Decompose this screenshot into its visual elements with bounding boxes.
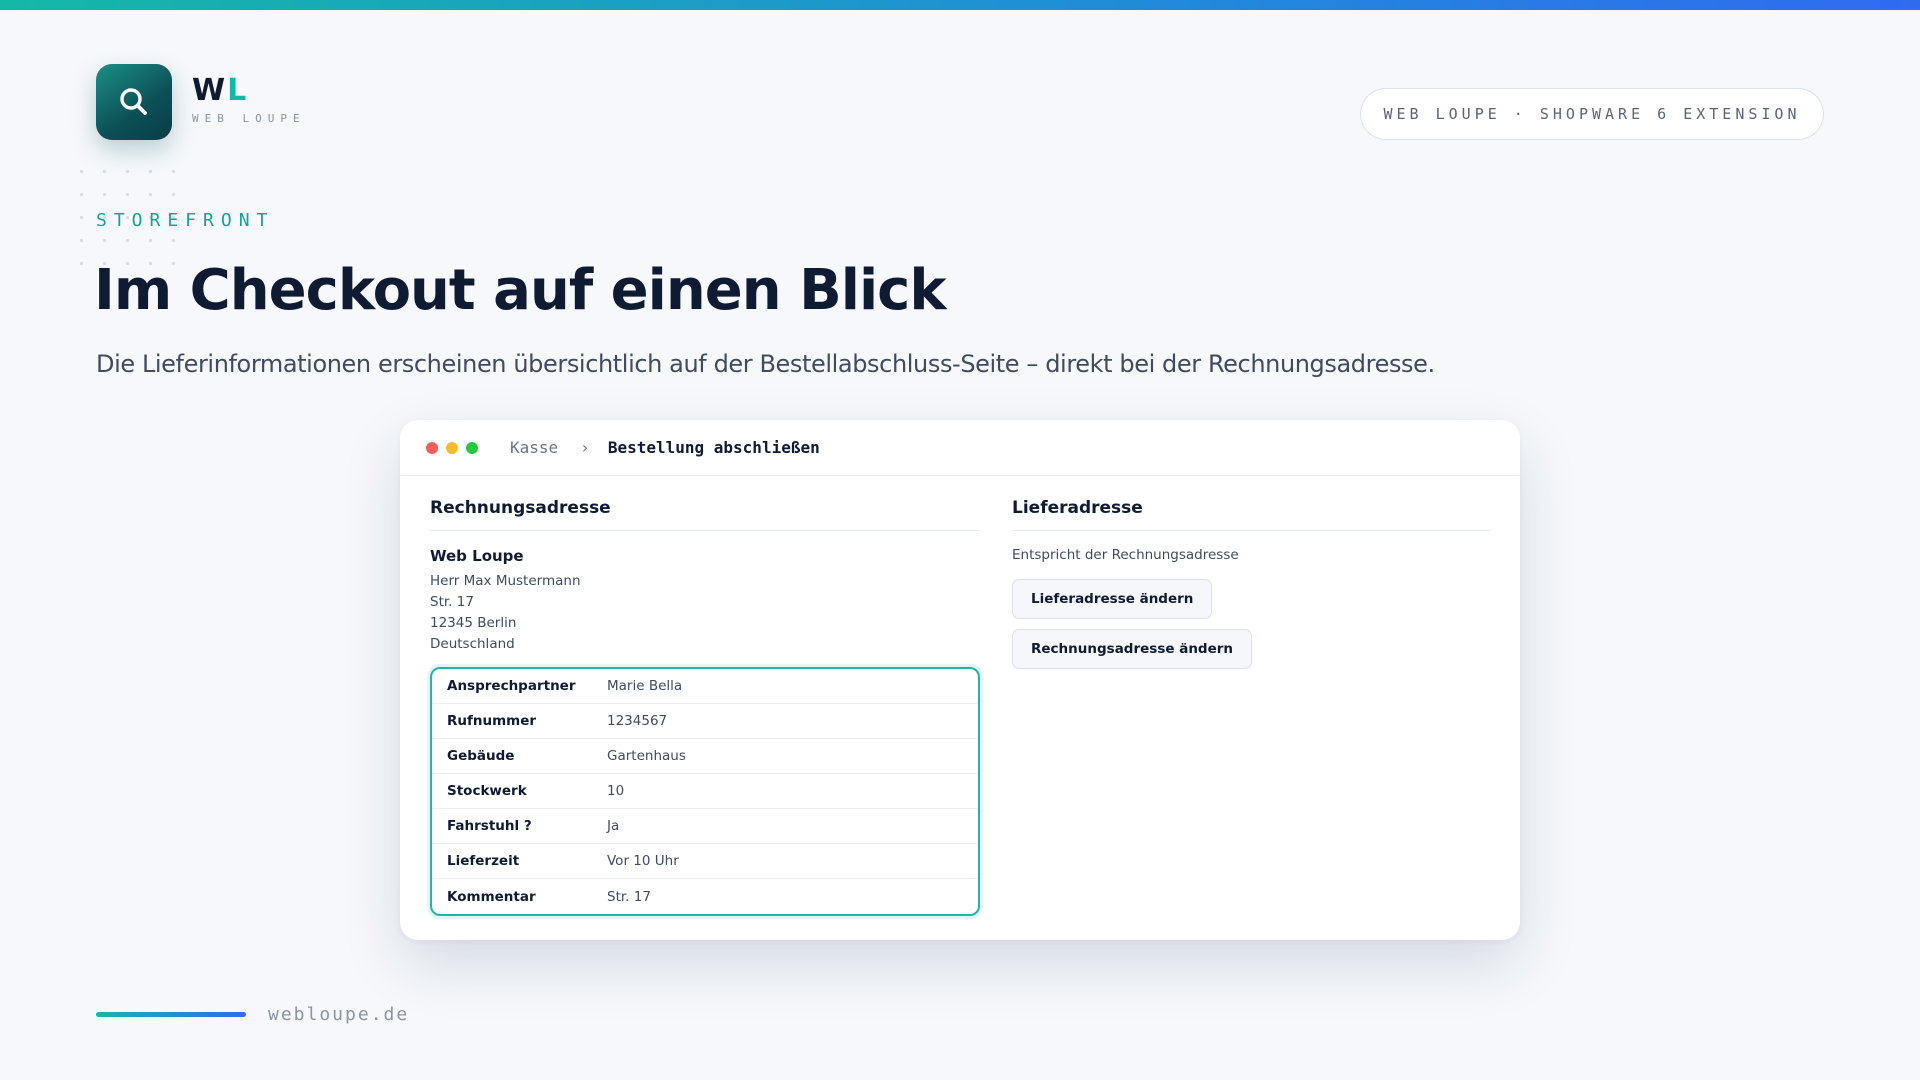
billing-address-column: Rechnungsadresse Web Loupe Herr Max Must… — [430, 498, 980, 916]
delivery-info-value: 10 — [607, 783, 625, 799]
delivery-info-row: Gebäude Gartenhaus — [432, 739, 978, 774]
delivery-info-label: Ansprechpartner — [447, 678, 576, 694]
top-gradient-bar — [0, 0, 1920, 10]
search-icon — [120, 88, 147, 115]
change-billing-address-button[interactable]: Rechnungsadresse ändern — [1012, 629, 1253, 669]
delivery-info-label: Fahrstuhl ? — [447, 818, 532, 834]
delivery-info-label: Gebäude — [447, 748, 515, 764]
change-shipping-address-button[interactable]: Lieferadresse ändern — [1012, 579, 1213, 619]
delivery-info-value: Ja — [607, 818, 620, 834]
window-titlebar: Kasse › Bestellung abschließen — [400, 420, 1520, 476]
shipping-address-title: Lieferadresse — [1012, 498, 1490, 531]
window-close-dot[interactable] — [426, 441, 438, 454]
logo-mark: WL — [192, 74, 306, 108]
delivery-info-value: Str. 17 — [607, 888, 651, 905]
delivery-info-row: Ansprechpartner Marie Bella — [432, 669, 978, 704]
breadcrumb-separator: › — [580, 438, 590, 457]
delivery-info-label: Lieferzeit — [447, 853, 520, 869]
logo-tile — [96, 64, 172, 140]
footer-url[interactable]: webloupe.de — [268, 1004, 409, 1025]
delivery-info-row: Rufnummer 1234567 — [432, 704, 978, 739]
window-minimize-dot[interactable] — [446, 441, 458, 454]
delivery-info-value: Marie Bella — [607, 678, 683, 694]
billing-company: Web Loupe — [430, 547, 524, 565]
breadcrumb-current: Bestellung abschließen — [607, 438, 820, 457]
billing-address-line: Deutschland — [430, 636, 515, 652]
delivery-info-row: Kommentar Str. 17 — [432, 879, 978, 914]
logo-mark-main: W — [192, 73, 228, 108]
shipping-address-column: Lieferadresse Entspricht der Rechnungsad… — [1012, 498, 1490, 669]
checkout-window: Kasse › Bestellung abschließen Rechnungs… — [400, 420, 1520, 940]
delivery-info-row: Stockwerk 10 — [432, 774, 978, 809]
delivery-info-value: 1234567 — [607, 713, 668, 729]
delivery-info-row: Lieferzeit Vor 10 Uhr — [432, 844, 978, 879]
delivery-info-box: Ansprechpartner Marie Bella Rufnummer 12… — [430, 667, 980, 916]
logo-wordmark: WL WEB LOUPE — [192, 74, 306, 126]
billing-address-line: Herr Max Mustermann — [430, 573, 581, 589]
billing-address-line: 12345 Berlin — [430, 615, 517, 631]
delivery-info-row: Fahrstuhl ? Ja — [432, 809, 978, 844]
footer-accent-line — [96, 1012, 246, 1017]
eyebrow-label: STOREFRONT — [96, 210, 275, 231]
shipping-same-note: Entspricht der Rechnungsadresse — [1012, 547, 1239, 563]
page-title: Im Checkout auf einen Blick — [94, 258, 947, 323]
delivery-info-value: Gartenhaus — [607, 748, 686, 764]
logo-mark-accent: L — [227, 73, 249, 108]
breadcrumb-kasse[interactable]: Kasse — [510, 438, 558, 457]
logo-subtitle: WEB LOUPE — [192, 112, 306, 125]
page-subtitle: Die Lieferinformationen erscheinen übers… — [96, 350, 1435, 378]
address-buttons: Lieferadresse ändern Rechnungsadresse än… — [1012, 563, 1490, 669]
billing-address-title: Rechnungsadresse — [430, 498, 980, 531]
delivery-info-label: Kommentar — [447, 888, 536, 905]
header-pill: WEB LOUPE · SHOPWARE 6 EXTENSION — [1360, 88, 1824, 140]
window-maximize-dot[interactable] — [466, 441, 478, 454]
delivery-info-value: Vor 10 Uhr — [607, 853, 679, 869]
delivery-info-label: Stockwerk — [447, 783, 527, 799]
delivery-info-label: Rufnummer — [447, 713, 537, 729]
billing-address-line: Str. 17 — [430, 594, 474, 610]
